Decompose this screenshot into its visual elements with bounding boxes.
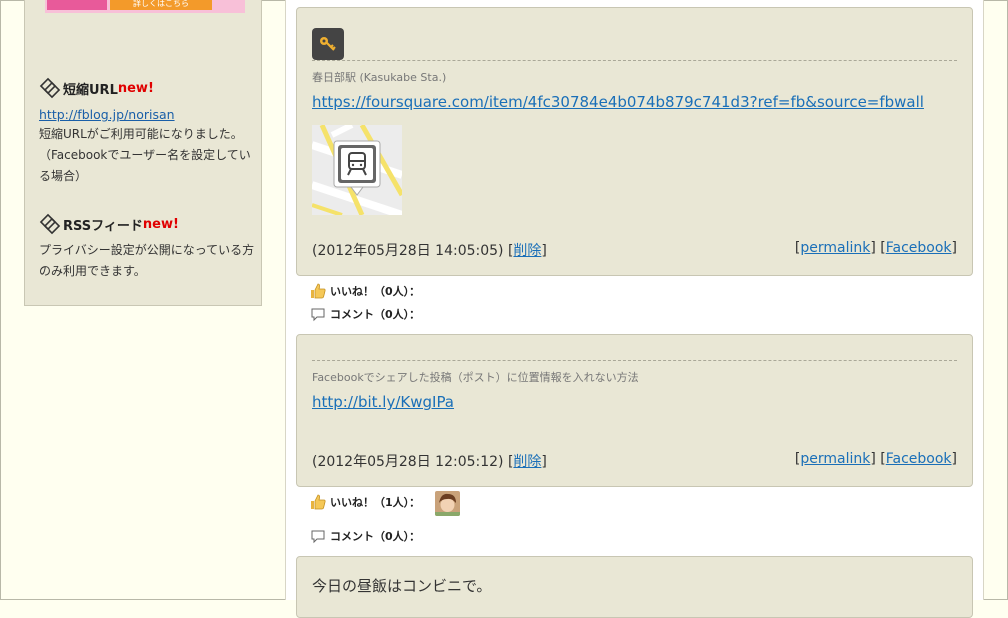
comment-count: コメント（0人）： (330, 530, 421, 543)
short-url-heading: 短縮URL new! (39, 76, 261, 100)
banner-graphic (47, 0, 107, 10)
post-link[interactable]: http://bit.ly/KwgIPa (312, 393, 454, 411)
rss-section: RSSフィード new! プライバシー設定が公開になっている方のみ利用できます。 (39, 212, 261, 282)
timestamp-text: (2012年05月28日 12:05:12) [ (312, 454, 514, 470)
post-text: 今日の昼飯はコンビニで。 (312, 577, 492, 595)
avatar[interactable] (435, 491, 460, 516)
post-timestamp: (2012年05月28日 14:05:05) [削除] (312, 240, 547, 260)
thumbs-up-icon[interactable] (310, 283, 326, 299)
post-actions: [permalink] [Facebook] (794, 240, 957, 256)
like-count: いいね！（0人）： (330, 285, 421, 298)
diamond-logo-icon (39, 213, 61, 235)
permalink-link[interactable]: permalink (800, 240, 870, 256)
post-link[interactable]: https://foursquare.com/item/4fc30784e4b0… (312, 93, 924, 111)
facebook-link[interactable]: Facebook (886, 240, 952, 256)
timestamp-text: (2012年05月28日 14:05:05) [ (312, 243, 514, 259)
rss-description: プライバシー設定が公開になっている方のみ利用できます。 (39, 243, 255, 278)
speech-bubble-icon[interactable] (310, 306, 326, 322)
delete-link[interactable]: 削除 (513, 454, 541, 470)
new-badge: new! (142, 216, 179, 232)
sidebar: 詳しくはこちら 短縮URL new! http://fblog.jp/norisa… (24, 0, 262, 306)
new-badge: new! (117, 80, 154, 96)
short-url-title: 短縮URL (63, 82, 118, 98)
like-count: いいね！（1人）： (330, 496, 421, 509)
post-card: 春日部駅 (Kasukabe Sta.) https://foursquare.… (296, 7, 973, 276)
post-timestamp: (2012年05月28日 12:05:12) [削除] (312, 451, 547, 471)
thumbs-up-icon[interactable] (310, 494, 326, 510)
post-card: Facebookでシェアした投稿（ポスト）に位置情報を入れない方法 http:/… (296, 334, 973, 487)
rss-title: RSSフィード (63, 218, 143, 234)
speech-bubble-icon[interactable] (310, 528, 326, 544)
delete-link[interactable]: 削除 (513, 243, 541, 259)
bracket-close: ] (541, 243, 547, 259)
short-url-description: 短縮URLがご利用可能になりました。（Facebookでユーザー名を設定している… (39, 127, 251, 183)
post-card: 今日の昼飯はコンビニで。 (296, 556, 973, 618)
separator (312, 60, 957, 61)
post-title: Facebookでシェアした投稿（ポスト）に位置情報を入れない方法 (312, 371, 639, 384)
separator (312, 360, 957, 361)
short-url-link[interactable]: http://fblog.jp/norisan (39, 106, 261, 124)
post-actions: [permalink] [Facebook] (794, 451, 957, 467)
short-url-section: 短縮URL new! http://fblog.jp/norisan 短縮URLが… (39, 76, 261, 187)
facebook-link[interactable]: Facebook (886, 451, 952, 467)
diamond-logo-icon (39, 77, 61, 99)
bracket-close: ] (541, 454, 547, 470)
train-station-map-icon[interactable] (312, 125, 402, 215)
comment-row: コメント（0人）： (310, 528, 420, 544)
rss-heading: RSSフィード new! (39, 212, 261, 236)
permalink-link[interactable]: permalink (800, 451, 870, 467)
banner-button[interactable]: 詳しくはこちら (110, 0, 212, 10)
promo-banner[interactable]: 詳しくはこちら (45, 0, 245, 13)
comment-count: コメント（0人）： (330, 308, 421, 321)
like-row: いいね！（1人）： (310, 494, 420, 510)
checkin-place: 春日部駅 (Kasukabe Sta.) (312, 71, 447, 84)
comment-row: コメント（0人）： (310, 306, 420, 322)
like-row: いいね！（0人）： (310, 283, 420, 299)
main-column: 春日部駅 (Kasukabe Sta.) https://foursquare.… (285, 0, 984, 618)
key-icon (312, 28, 344, 60)
